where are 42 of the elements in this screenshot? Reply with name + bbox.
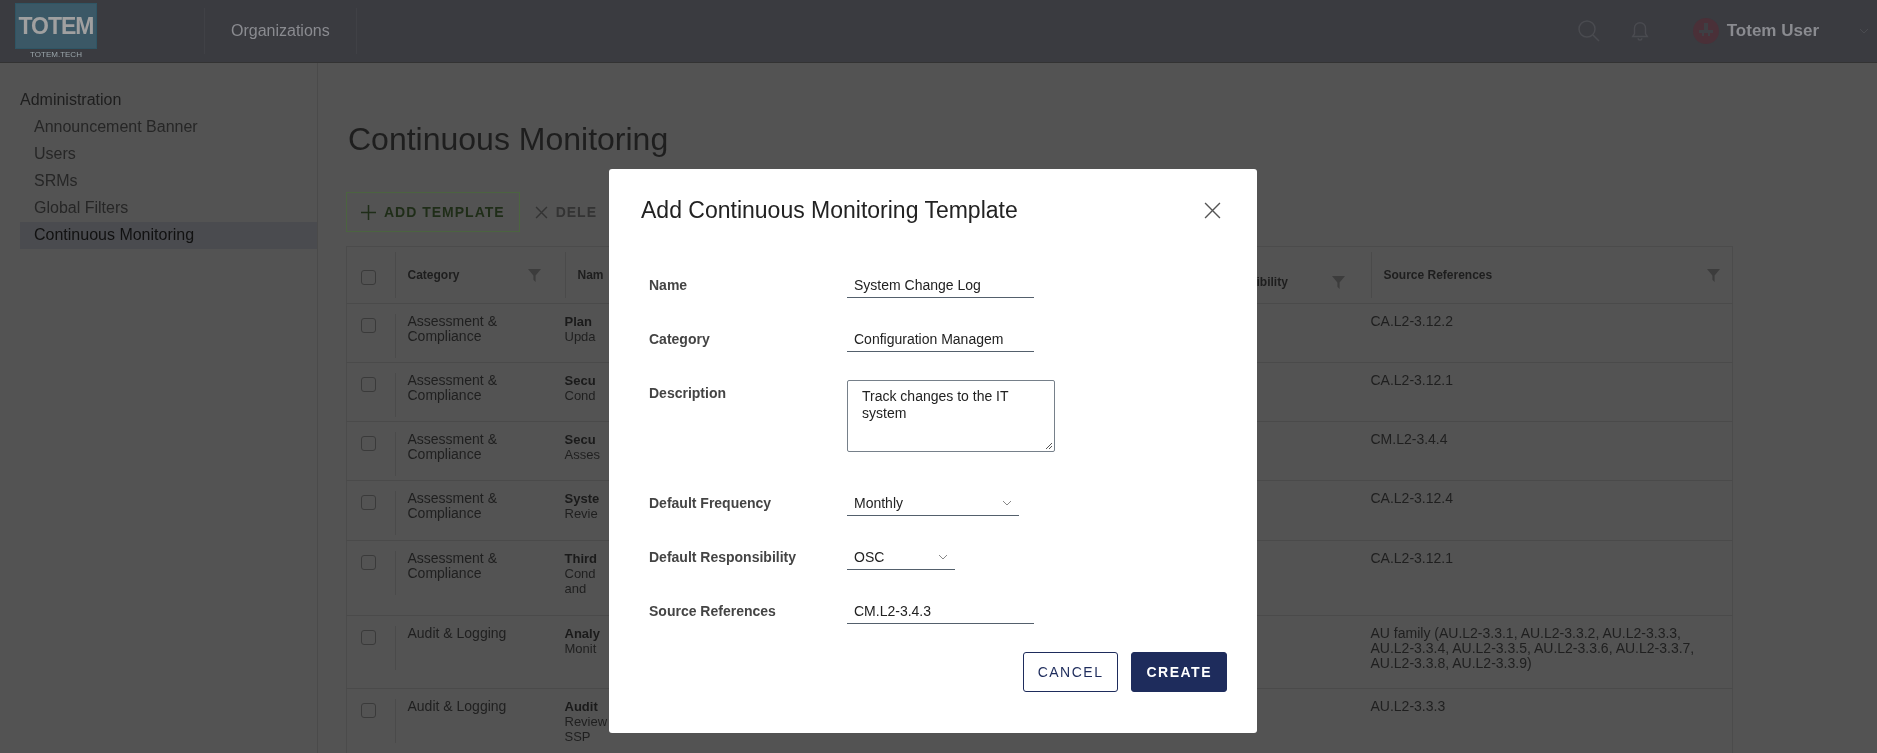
field-label: Category [648,330,711,347]
cancel-button[interactable]: CANCEL [1022,652,1119,692]
logo-caption: TOTEM.TECH [30,50,82,59]
plus-icon [361,204,376,220]
select-all-checkbox[interactable] [361,269,376,285]
template-name: Secu [564,432,596,447]
chevron-icon [1002,500,1012,506]
template-name: Analy [564,626,600,641]
field-label: Description [648,384,727,401]
row-checkbox[interactable] [361,377,376,392]
row-checkbox[interactable] [361,555,376,570]
sidebar-item[interactable]: Continuous Monitoring [20,222,317,249]
field-label: Source References [648,602,777,619]
row-checkbox[interactable] [361,630,376,645]
add-button[interactable]: ADD TEMPLATE [346,192,520,232]
field-label: Default Responsibility [648,548,798,565]
chevron-icon [938,554,948,560]
template-name: Third [564,551,597,566]
logo[interactable]: TOTEM [15,3,97,49]
select-field[interactable]: Monthly [847,490,1019,516]
row-checkbox[interactable] [361,436,376,451]
nav-link[interactable]: Organizations [205,22,356,40]
user-name[interactable]: Totem User [1726,21,1819,41]
row-checkbox[interactable] [361,495,376,510]
template-name: Plan [564,314,592,329]
dialog-title: Add Continuous Monitoring Template [641,197,1018,224]
select-field[interactable]: OSC [847,544,955,570]
template-name: Secu [564,373,596,388]
create-button[interactable]: CREATE [1131,652,1227,692]
input-field[interactable]: Configuration Managem [847,326,1034,352]
close-icon[interactable] [1204,202,1221,219]
field-label: Default Frequency [648,494,773,511]
row-checkbox[interactable] [361,318,376,333]
input-field[interactable]: CM.L2-3.4.3 [847,598,1034,624]
template-name: Syste [564,491,600,506]
row-checkbox[interactable] [361,703,376,718]
input-field[interactable]: System Change Log [847,272,1034,298]
field-label: Name [648,276,689,293]
template-name: Audit [564,699,598,714]
x-icon [534,205,548,219]
description-field[interactable]: Track changes to the IT system [847,380,1055,452]
resize-grip-icon[interactable] [1045,442,1053,450]
